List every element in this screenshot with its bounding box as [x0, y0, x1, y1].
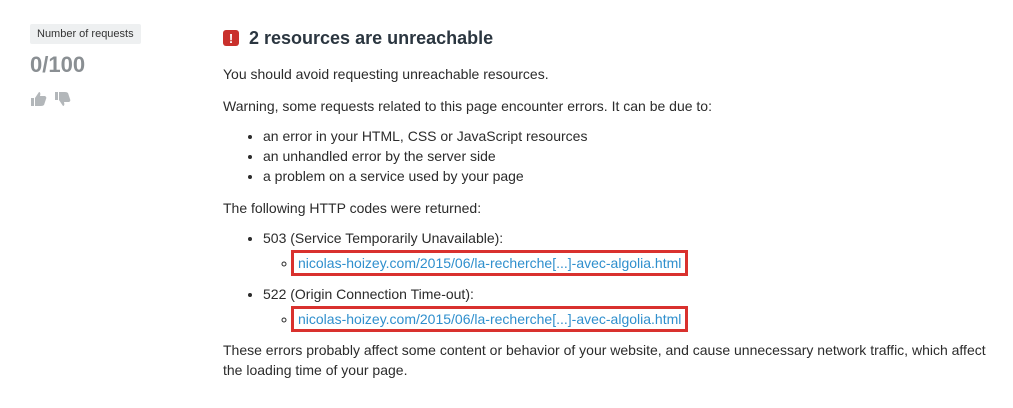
list-item: a problem on a service used by your page — [263, 166, 1003, 186]
url-item: nicolas-hoizey.com/2015/06/la-recherche[… — [291, 250, 1003, 276]
url-list: nicolas-hoizey.com/2015/06/la-recherche[… — [263, 250, 1003, 276]
resource-link[interactable]: nicolas-hoizey.com/2015/06/la-recherche[… — [298, 255, 681, 271]
rule-score: 0/100 — [30, 52, 86, 77]
exclamation-icon: ! — [223, 30, 239, 46]
http-code-item: 522 (Origin Connection Time-out): nicola… — [263, 284, 1003, 332]
thumbs-down-icon[interactable] — [54, 90, 72, 108]
url-highlight: nicolas-hoizey.com/2015/06/la-recherche[… — [291, 306, 689, 332]
conclusion-text: These errors probably affect some conten… — [223, 342, 986, 378]
http-code-item: 503 (Service Temporarily Unavailable): n… — [263, 228, 1003, 276]
url-highlight: nicolas-hoizey.com/2015/06/la-recherche[… — [291, 250, 689, 276]
rule-title: 2 resources are unreachable — [249, 27, 494, 48]
resource-link[interactable]: nicolas-hoizey.com/2015/06/la-recherche[… — [298, 311, 681, 327]
warning-text: Warning, some requests related to this p… — [223, 98, 712, 114]
intro-text: You should avoid requesting unreachable … — [223, 66, 549, 82]
rule-sidebar: Number of requests 0/100 — [30, 24, 190, 108]
list-item: an unhandled error by the server side — [263, 146, 1003, 166]
codes-intro: The following HTTP codes were returned: — [223, 200, 482, 216]
reason-list: an error in your HTML, CSS or JavaScript… — [223, 126, 1003, 186]
list-item: an error in your HTML, CSS or JavaScript… — [263, 126, 1003, 146]
url-item: nicolas-hoizey.com/2015/06/la-recherche[… — [291, 306, 1003, 332]
http-code-list: 503 (Service Temporarily Unavailable): n… — [223, 228, 1003, 332]
vote-buttons — [30, 90, 190, 108]
rule-badge: Number of requests — [30, 24, 141, 44]
http-code-label: 503 (Service Temporarily Unavailable): — [263, 230, 504, 246]
thumbs-up-icon[interactable] — [30, 90, 48, 108]
url-list: nicolas-hoizey.com/2015/06/la-recherche[… — [263, 306, 1003, 332]
rule-details: ! 2 resources are unreachable You should… — [223, 24, 1003, 380]
rule-header: ! 2 resources are unreachable — [223, 24, 1003, 52]
http-code-label: 522 (Origin Connection Time-out): — [263, 286, 474, 302]
